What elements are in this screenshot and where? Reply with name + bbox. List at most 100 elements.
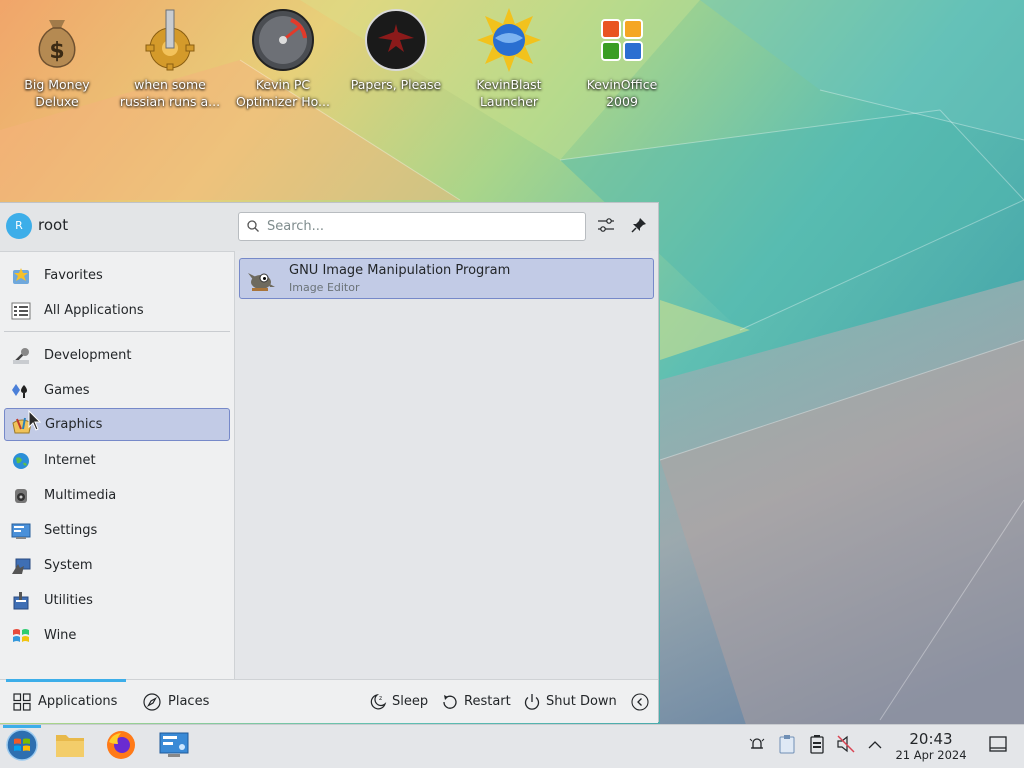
category-wine[interactable]: Wine [4, 619, 230, 652]
category-label: Favorites [44, 268, 103, 283]
system-settings-icon [158, 731, 190, 763]
system-icon [10, 555, 32, 577]
desktop-icon-big-money-deluxe[interactable]: $ Big Money Deluxe [2, 8, 112, 110]
category-utilities[interactable]: Utilities [4, 584, 230, 617]
more-options-button[interactable] [630, 680, 654, 723]
category-label: Development [44, 348, 132, 363]
pin-button[interactable] [627, 215, 651, 239]
globe-icon [10, 450, 32, 472]
chevron-up-icon [868, 739, 882, 754]
office-logo-icon [590, 8, 654, 72]
tab-applications[interactable]: Applications [5, 679, 127, 723]
file-manager-icon [54, 731, 86, 763]
category-internet[interactable]: Internet [4, 444, 230, 477]
avatar[interactable]: R [6, 213, 32, 239]
category-sidebar: Favorites All Applications Development G… [0, 251, 235, 679]
favorites-icon [10, 265, 32, 287]
money-bag-icon: $ [25, 8, 89, 72]
sleep-button[interactable]: z Sleep [368, 680, 428, 723]
notifications-button[interactable] [746, 735, 768, 757]
svg-text:z: z [379, 695, 382, 702]
launcher-footer: Applications Places z Sleep Restart Shut… [0, 679, 658, 723]
category-label: Internet [44, 453, 96, 468]
desktop-icon-kevin-pc-optimizer[interactable]: Kevin PC Optimizer Ho... [228, 8, 338, 110]
games-icon [10, 380, 32, 402]
chevron-left-icon [630, 692, 650, 712]
gear-icon [138, 8, 202, 72]
utilities-icon [10, 590, 32, 612]
application-launcher: R root Favorites All Applications [0, 202, 659, 723]
expand-tray-button[interactable] [864, 735, 886, 757]
battery-button[interactable] [806, 735, 828, 757]
gimp-icon [246, 265, 276, 293]
category-settings[interactable]: Settings [4, 514, 230, 547]
category-divider [4, 331, 230, 332]
restart-button[interactable]: Restart [440, 680, 511, 723]
desktop-icon-label: Big Money Deluxe [24, 77, 90, 109]
category-development[interactable]: Development [4, 339, 230, 372]
category-system[interactable]: System [4, 549, 230, 582]
mouse-cursor-icon [28, 409, 42, 436]
show-desktop-button[interactable] [987, 735, 1009, 757]
category-label: System [44, 558, 93, 573]
desktop-icon-label: KevinOffice 2009 [586, 77, 658, 109]
configure-button[interactable] [594, 215, 618, 239]
clipboard-button[interactable] [776, 735, 798, 757]
grid-icon [10, 300, 32, 322]
pin-icon [631, 217, 647, 237]
tab-label: Places [168, 694, 210, 709]
settings-icon [10, 520, 32, 542]
clock-time[interactable]: 20:43 [896, 730, 966, 748]
category-favorites[interactable]: Favorites [4, 259, 230, 292]
development-icon [10, 345, 32, 367]
desktop-icon-label: KevinBlast Launcher [476, 77, 542, 109]
desktop-icon-label: Papers, Please [350, 77, 442, 92]
firefox-icon [106, 730, 136, 764]
show-desktop-icon [989, 736, 1007, 756]
eagle-emblem-icon [364, 8, 428, 72]
desktop-icon-kevinblast-launcher[interactable]: KevinBlast Launcher [454, 8, 564, 110]
category-label: Graphics [45, 417, 103, 432]
search-icon [247, 220, 259, 236]
app-name: GNU Image Manipulation Program [289, 263, 511, 278]
compass-icon [142, 692, 162, 712]
category-label: Settings [44, 523, 98, 538]
category-label: Wine [44, 628, 77, 643]
volume-button[interactable] [835, 735, 857, 757]
category-label: Multimedia [44, 488, 117, 503]
tab-places[interactable]: Places [142, 680, 209, 723]
application-list: GNU Image Manipulation Program Image Edi… [235, 251, 658, 679]
volume-muted-icon [836, 735, 856, 757]
sleep-icon: z [368, 692, 388, 712]
category-all-applications[interactable]: All Applications [4, 294, 230, 327]
shutdown-button[interactable]: Shut Down [522, 680, 617, 723]
power-icon [522, 692, 542, 712]
category-multimedia[interactable]: Multimedia [4, 479, 230, 512]
app-item-gimp[interactable]: GNU Image Manipulation Program Image Edi… [239, 258, 654, 299]
tab-label: Applications [38, 694, 118, 709]
start-menu-button[interactable] [3, 725, 41, 766]
desktop-icon-kevinoffice-2009[interactable]: KevinOffice 2009 [567, 8, 677, 110]
speedometer-icon [251, 8, 315, 72]
desktop-icon-label: when some russian runs a... [119, 77, 221, 109]
applications-icon [12, 692, 32, 712]
firefox-task[interactable] [102, 728, 140, 766]
desktop-icon-papers-please[interactable]: Papers, Please [341, 8, 451, 93]
taskbar: 20:43 21 Apr 2024 [0, 724, 1024, 768]
sliders-icon [597, 217, 615, 237]
notifications-icon [748, 735, 766, 757]
file-manager-task[interactable] [51, 728, 89, 766]
clock-date[interactable]: 21 Apr 2024 [890, 748, 972, 762]
category-label: Games [44, 383, 90, 398]
system-settings-task[interactable] [155, 728, 193, 766]
svg-text:$: $ [49, 39, 64, 64]
power-label: Sleep [392, 694, 429, 709]
desktop-icon-label: Kevin PC Optimizer Ho... [236, 77, 330, 109]
desktop-icon-russian-script[interactable]: when some russian runs a... [115, 8, 225, 110]
launcher-header: R root [0, 203, 658, 252]
category-games[interactable]: Games [4, 374, 230, 407]
category-label: All Applications [44, 303, 144, 318]
multimedia-icon [10, 485, 32, 507]
username: root [38, 216, 69, 234]
search-input[interactable] [238, 212, 586, 241]
